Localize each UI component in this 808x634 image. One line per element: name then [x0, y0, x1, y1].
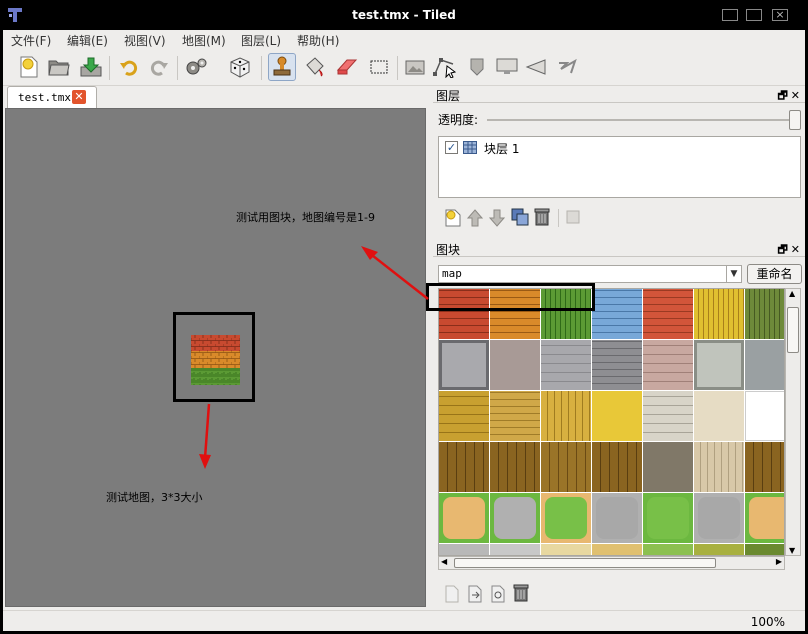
arrow-to-tileset-note	[361, 246, 429, 300]
annotation-arrows	[199, 246, 429, 469]
arrow-to-map-note	[199, 403, 211, 469]
